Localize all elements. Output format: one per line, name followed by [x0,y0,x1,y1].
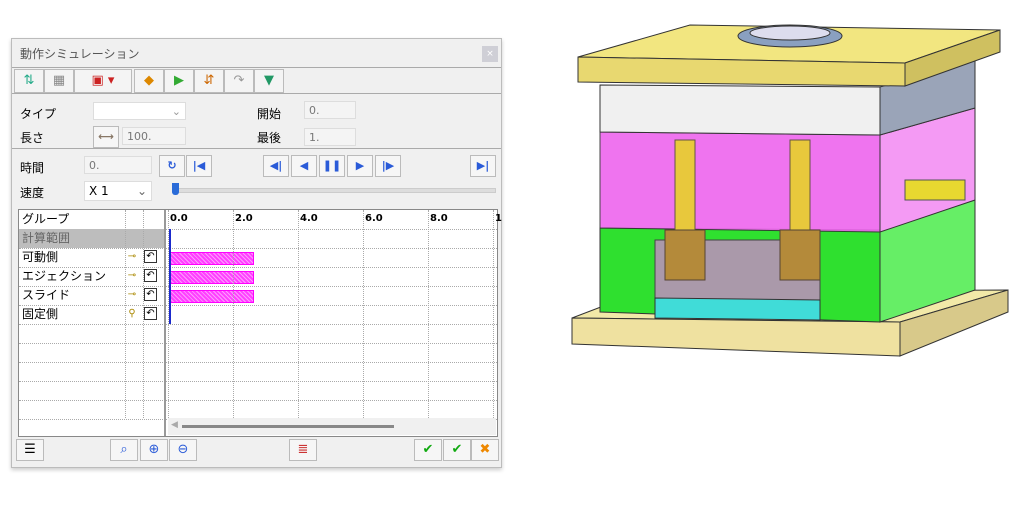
tick-label: 2.0 [235,213,253,224]
filter-icon[interactable]: ▼ [254,69,284,93]
zoom-in-button[interactable]: ⊕ [140,439,168,461]
group-name[interactable]: エジェクション [20,267,124,286]
table-row[interactable]: 計算範囲 [19,229,497,249]
color-icon[interactable]: ◆ [134,69,164,93]
time-cursor[interactable] [169,229,171,324]
end-label: 最後 [257,131,282,145]
group-name[interactable]: スライド [20,286,124,305]
table-row[interactable] [19,381,497,401]
list-button[interactable]: ≣ [289,439,317,461]
tick-label: 4.0 [300,213,318,224]
motion-bar[interactable] [169,290,254,303]
table-row[interactable]: エジェクション ⊸ ↶ [19,267,497,287]
tick-label: 0.0 [170,213,188,224]
tick-label: 1 [495,213,502,224]
tick-gridline [428,210,429,418]
tick-gridline [363,210,364,418]
motion-bar[interactable] [169,271,254,284]
mold-3d-view[interactable] [560,5,1020,365]
fixed-pin-icon[interactable]: ⚲ [125,307,139,321]
step-back-button[interactable]: ◀| [263,155,289,177]
end-input[interactable]: 1. [304,128,356,146]
step-forward-button[interactable]: |▶ [375,155,401,177]
length-input[interactable]: 100. [122,127,186,145]
start-label: 開始 [257,107,282,121]
go-end-button[interactable]: ▶| [470,155,496,177]
group-header: グループ [22,212,70,226]
tick-gridline [298,210,299,418]
dialog-title: 動作シミュレーション [20,47,140,61]
divider [12,67,501,68]
motion-simulation-dialog: 動作シミュレーション × ⇅ ▦ ▣ ▾ ◆ ▶ ⇵ ↷ ▼ タイプ ⌄ 長さ … [11,38,502,468]
speed-value: X 1 [89,184,109,198]
reset-button[interactable]: ↻ [159,155,185,177]
timeline-grid: グループ 計算範囲 可動側 ⊸ ↶ エジェクション ⊸ ↶ スライド ⊸ ↶ 固定側 ⚲ ↶ 0.0 2.0… [18,209,502,437]
divider [12,148,501,149]
pin-icon[interactable]: ⊸ [125,250,139,264]
table-row[interactable] [19,324,497,344]
group-name[interactable]: 固定側 [20,305,124,324]
group-name[interactable]: 可動側 [20,248,124,267]
zoom-out-button[interactable]: ⊖ [169,439,197,461]
pin-icon[interactable]: ⊸ [125,288,139,302]
zoom-fit-button[interactable]: ⌕ [110,439,138,461]
swap-icon[interactable]: ⇅ [14,69,44,93]
table-row[interactable] [19,343,497,363]
group-name[interactable]: 計算範囲 [20,229,124,248]
scroll-left-icon[interactable]: ◀ [171,420,178,430]
play-button[interactable]: ▶ [347,155,373,177]
divider [12,93,501,94]
speed-slider-thumb[interactable] [172,183,179,195]
pin-icon[interactable]: ⊸ [125,269,139,283]
length-label: 長さ [20,131,45,145]
close-button[interactable]: × [482,46,498,62]
header-row: グループ [19,210,497,230]
play-reverse-button[interactable]: ◀ [291,155,317,177]
export-icon[interactable]: ▶ [164,69,194,93]
measure-length-button[interactable]: ⟷ [93,126,119,148]
speed-slider-track[interactable] [172,188,496,193]
go-start-button[interactable]: |◀ [186,155,212,177]
scrollbar-thumb[interactable] [182,425,394,428]
timeline [166,210,167,418]
apply-button[interactable]: ✔ [443,439,471,461]
tick-label: 8.0 [430,213,448,224]
motion-bar[interactable] [169,252,254,265]
speed-select[interactable]: X 1 ⌄ [84,181,152,201]
type-label: タイプ [20,107,57,121]
link-icon[interactable]: ↷ [224,69,254,93]
column-divider [143,210,144,418]
table-row[interactable]: スライド ⊸ ↶ [19,286,497,306]
ok-button[interactable]: ✔ [414,439,442,461]
table-row[interactable]: 固定側 ⚲ ↶ [19,305,497,325]
reverse-icon[interactable]: ↶ [144,307,157,320]
table-row[interactable] [19,400,497,420]
tick-label: 6.0 [365,213,383,224]
reverse-icon[interactable]: ↶ [144,269,157,282]
speed-label: 速度 [20,186,45,200]
table-row[interactable] [19,362,497,382]
table-icon[interactable]: ▦ [44,69,74,93]
pause-button[interactable]: ❚❚ [319,155,345,177]
properties-button[interactable]: ☰ [16,439,44,461]
type-select[interactable]: ⌄ [93,102,186,120]
column-divider [125,210,126,418]
time-label: 時間 [20,161,45,175]
exit-button[interactable]: ✖ [471,439,499,461]
select-icon[interactable]: ⇵ [194,69,224,93]
tick-gridline [493,210,494,418]
reverse-icon[interactable]: ↶ [144,250,157,263]
tick-gridline [233,210,234,418]
time-input[interactable]: 0. [84,156,152,174]
table-row[interactable]: 可動側 ⊸ ↶ [19,248,497,268]
reverse-icon[interactable]: ↶ [144,288,157,301]
start-input[interactable]: 0. [304,101,356,119]
new-group-dropdown[interactable]: ▣ ▾ [74,69,132,93]
horizontal-scrollbar[interactable]: ◀ [168,418,496,435]
